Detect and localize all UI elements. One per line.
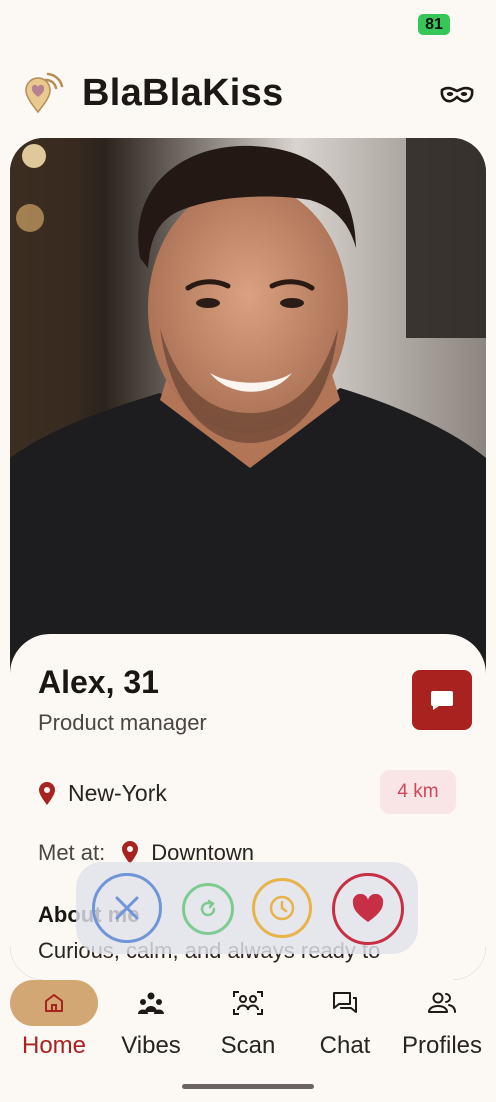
tab-home-label: Home xyxy=(21,1032,87,1059)
tab-home[interactable]: Home xyxy=(4,972,104,1072)
message-button[interactable] xyxy=(412,670,472,730)
close-icon xyxy=(115,896,139,920)
profile-name: Alex, 31 xyxy=(38,664,159,700)
home-icon xyxy=(45,994,63,1012)
rewind-icon xyxy=(200,899,216,917)
profile-job: Product manager xyxy=(38,710,207,735)
home-indicator[interactable] xyxy=(182,1084,314,1089)
status-bar: 81 xyxy=(0,0,496,48)
tab-scan[interactable]: Scan xyxy=(198,972,298,1072)
heart-icon xyxy=(352,894,384,922)
like-button[interactable] xyxy=(332,873,404,945)
tab-scan-label: Scan xyxy=(220,1032,276,1059)
rewind-button[interactable] xyxy=(182,883,234,935)
tab-vibes[interactable]: Vibes xyxy=(104,972,198,1072)
location-row: New-York xyxy=(38,780,167,807)
scan-icon xyxy=(233,991,263,1015)
tab-profiles[interactable]: Profiles xyxy=(392,972,492,1072)
heart-pin-logo xyxy=(25,72,64,114)
location-text: New-York xyxy=(68,780,167,806)
message-icon xyxy=(431,691,453,710)
profile-card[interactable]: Alex, 31 Product manager New-York 4 km M… xyxy=(10,138,486,980)
battery-indicator: 81 xyxy=(418,14,450,35)
pass-button[interactable] xyxy=(92,873,162,943)
later-button[interactable] xyxy=(252,878,312,938)
vibes-icon xyxy=(138,992,164,1014)
app-header: BlaBlaKiss xyxy=(0,60,496,130)
chat-icon xyxy=(333,992,357,1013)
tab-chat-label: Chat xyxy=(319,1032,371,1059)
distance-badge: 4 km xyxy=(380,770,456,814)
tab-home-highlight xyxy=(10,980,98,1026)
profiles-icon xyxy=(428,992,456,1013)
mask-icon[interactable] xyxy=(440,80,474,110)
tab-chat[interactable]: Chat xyxy=(298,972,392,1072)
tab-profiles-label: Profiles xyxy=(401,1032,483,1059)
location-pin-icon xyxy=(39,781,55,805)
app-title: BlaBlaKiss xyxy=(82,72,284,114)
bottom-tab-bar: Home Vibes Scan Chat Profiles xyxy=(0,972,496,1072)
clock-icon xyxy=(269,895,295,921)
profile-photo xyxy=(10,138,486,658)
swipe-actions xyxy=(76,862,418,954)
tab-vibes-label: Vibes xyxy=(121,1032,181,1059)
